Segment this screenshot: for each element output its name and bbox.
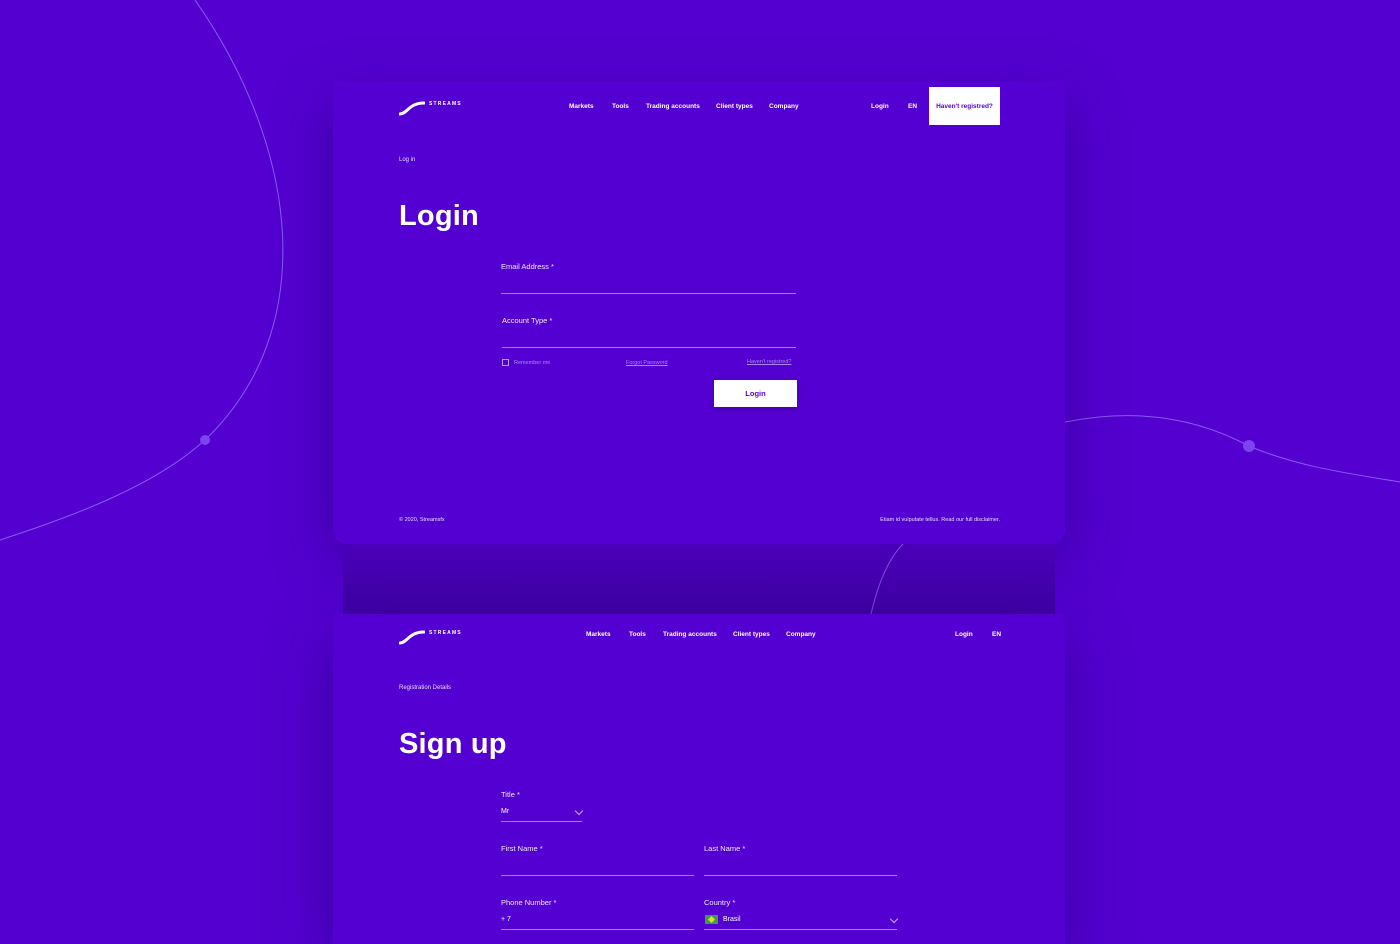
nav-company[interactable]: Company <box>786 631 816 638</box>
chevron-down-icon[interactable] <box>889 914 899 924</box>
logo-mark-icon <box>399 101 425 116</box>
nav-trading-accounts[interactable]: Trading accounts <box>646 103 700 110</box>
title-select[interactable] <box>501 821 582 822</box>
remember-me-checkbox[interactable] <box>502 359 509 366</box>
register-cta-button[interactable]: Haven't registred? <box>929 87 1000 125</box>
nav-markets[interactable]: Markets <box>569 103 594 110</box>
nav-login[interactable]: Login <box>955 631 973 638</box>
nav-tools[interactable]: Tools <box>612 103 629 110</box>
separator-curve <box>870 544 904 614</box>
nav-login[interactable]: Login <box>871 103 889 110</box>
email-label: Email Address * <box>501 262 554 271</box>
last-name-label: Last Name * <box>704 844 746 853</box>
logo[interactable]: STREAMS <box>399 629 462 645</box>
footer-disclaimer[interactable]: Etiam id vulputate tellus. Read our full… <box>880 517 1000 523</box>
country-select-value[interactable]: Brasil <box>723 916 741 923</box>
havent-registred-link[interactable]: Haven't registred? <box>747 359 791 365</box>
login-button[interactable]: Login <box>714 380 797 407</box>
forgot-password-link[interactable]: Forgot Password <box>626 360 668 366</box>
page-title: Sign up <box>399 728 507 760</box>
breadcrumb[interactable]: Log in <box>399 157 415 163</box>
language-switch[interactable]: EN <box>908 103 917 110</box>
title-select-value[interactable]: Mr <box>501 808 509 815</box>
country-label: Country * <box>704 898 736 907</box>
nav-markets[interactable]: Markets <box>586 631 611 638</box>
first-name-label: First Name * <box>501 844 543 853</box>
account-type-label: Account Type * <box>502 316 553 325</box>
brazil-flag-icon <box>705 915 718 924</box>
country-select[interactable] <box>704 929 897 930</box>
footer-copyright: © 2020, Streamsfx <box>399 517 445 523</box>
phone-field[interactable] <box>501 929 694 930</box>
logo-text: STREAMS <box>429 629 462 636</box>
logo-text: STREAMS <box>429 100 462 107</box>
page-title: Login <box>399 200 479 232</box>
first-name-field[interactable] <box>501 875 694 876</box>
nav-tools[interactable]: Tools <box>629 631 646 638</box>
title-label: Title * <box>501 790 520 799</box>
login-panel: STREAMS Markets Tools Trading accounts C… <box>333 82 1065 544</box>
last-name-field[interactable] <box>704 875 897 876</box>
remember-me-label: Remember me <box>514 360 551 366</box>
nav-company[interactable]: Company <box>769 103 799 110</box>
nav-client-types[interactable]: Client types <box>716 103 753 110</box>
nav-trading-accounts[interactable]: Trading accounts <box>663 631 717 638</box>
phone-label: Phone Number * <box>501 898 557 907</box>
signup-panel: STREAMS Markets Tools Trading accounts C… <box>333 614 1065 944</box>
phone-field-value[interactable]: + 7 <box>501 916 511 923</box>
email-field[interactable] <box>501 293 796 294</box>
chevron-down-icon[interactable] <box>574 806 584 816</box>
language-switch[interactable]: EN <box>992 631 1001 638</box>
breadcrumb[interactable]: Registration Details <box>399 685 451 691</box>
screen-separator <box>343 544 1055 614</box>
logo-mark-icon <box>399 630 425 645</box>
account-type-field[interactable] <box>502 347 796 348</box>
logo[interactable]: STREAMS <box>399 100 462 116</box>
nav-client-types[interactable]: Client types <box>733 631 770 638</box>
